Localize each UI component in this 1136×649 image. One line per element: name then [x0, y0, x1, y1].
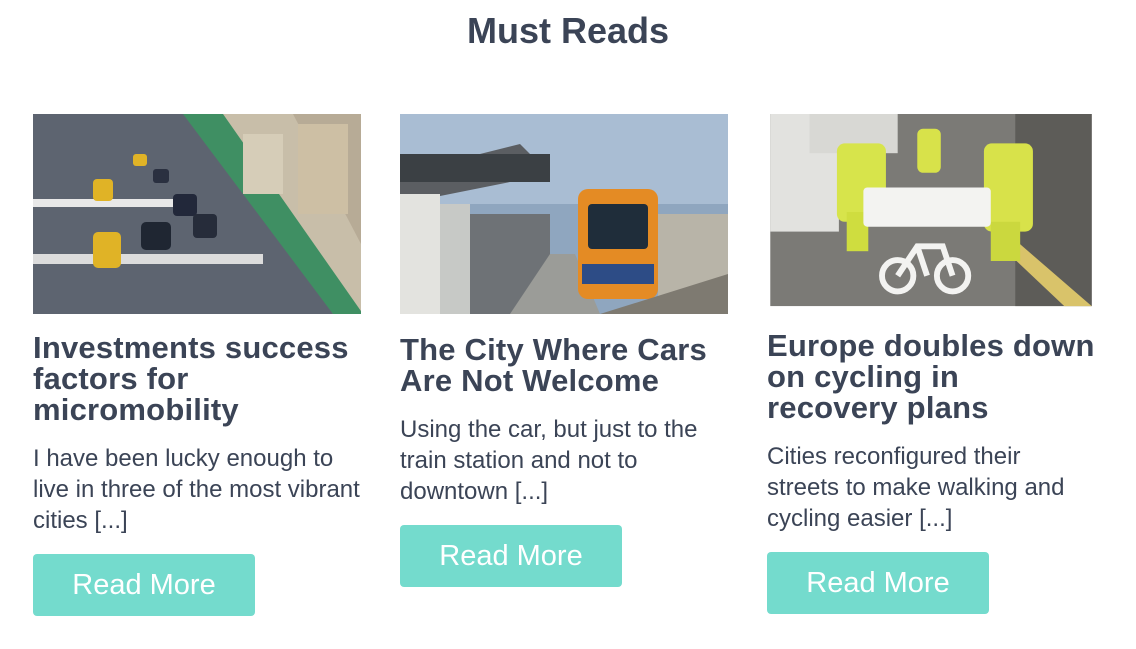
- article-excerpt: I have been lucky enough to live in thre…: [33, 445, 360, 534]
- article-title[interactable]: Europe doubles down on cycling in recove…: [767, 330, 1097, 423]
- article-excerpt: Using the car, but just to the train sta…: [400, 416, 698, 505]
- article-card: The City Where Cars Are Not Welcome Usin…: [400, 114, 730, 587]
- read-more-button[interactable]: Read More: [767, 552, 989, 614]
- read-more-button[interactable]: Read More: [400, 525, 622, 587]
- article-card: Europe doubles down on cycling in recove…: [767, 114, 1097, 614]
- article-title[interactable]: Investments success factors for micromob…: [33, 332, 363, 425]
- section-title: Must Reads: [466, 10, 670, 51]
- city-traffic-image[interactable]: [33, 114, 361, 314]
- bike-lane-painting-image[interactable]: [767, 114, 1095, 310]
- read-more-button[interactable]: Read More: [33, 554, 255, 616]
- article-card: Investments success factors for micromob…: [33, 114, 363, 616]
- tram-station-image[interactable]: [400, 114, 728, 314]
- article-excerpt: Cities reconfigured their streets to mak…: [767, 443, 1065, 532]
- article-title[interactable]: The City Where Cars Are Not Welcome: [400, 334, 730, 396]
